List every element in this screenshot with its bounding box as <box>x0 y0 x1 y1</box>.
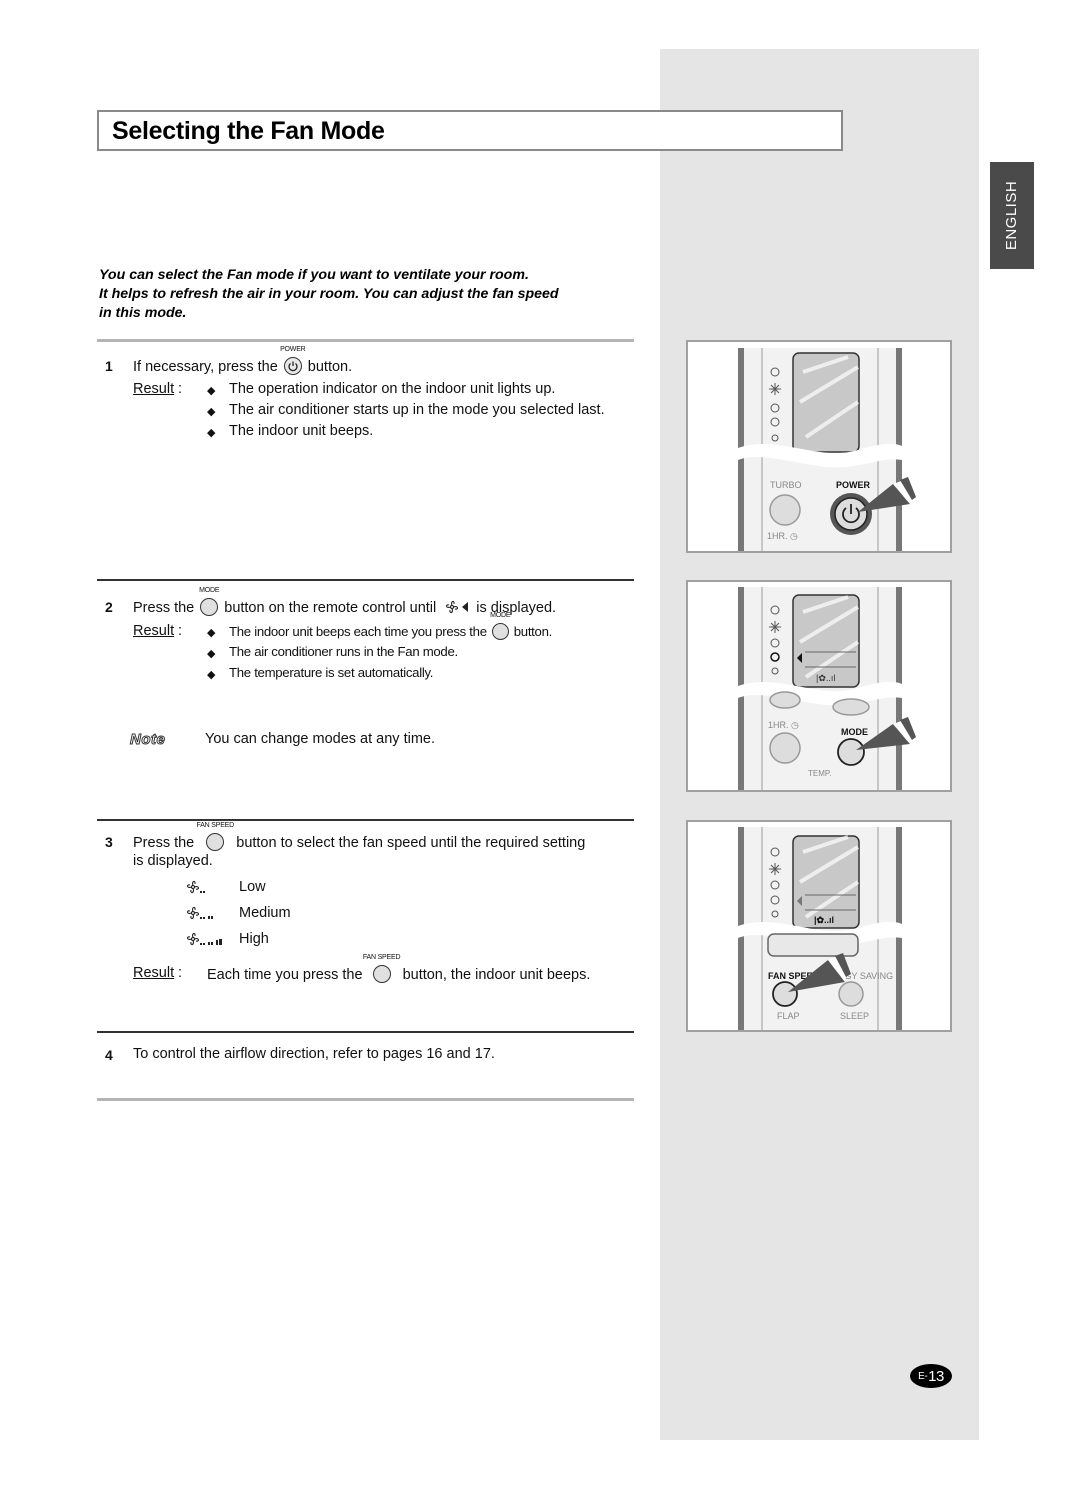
fan-speed-label: Low <box>239 879 266 895</box>
step-text: button. <box>307 359 353 375</box>
button-caption: POWER <box>280 346 306 353</box>
divider <box>97 579 634 581</box>
fan-mode-indicator-icon <box>444 599 472 619</box>
intro-text: You can select the Fan mode if you want … <box>99 266 639 323</box>
divider <box>97 339 634 342</box>
fan-speed-high-icon <box>185 931 235 951</box>
result-label-text: Result <box>133 381 175 397</box>
svg-text:MODE: MODE <box>841 727 868 737</box>
colon: : <box>178 381 183 397</box>
note-text: You can change modes at any time. <box>205 731 436 747</box>
button-caption: MODE <box>490 612 511 619</box>
step-number: 4 <box>105 1047 113 1063</box>
divider <box>97 819 634 821</box>
colon: : <box>178 965 183 981</box>
result-label: Result <box>133 623 174 639</box>
diamond-bullet-icon: ◆ <box>207 385 216 397</box>
button-caption: FAN SPEED <box>362 954 401 961</box>
result-text: button, the indoor unit beeps. <box>402 967 591 983</box>
svg-text:SLEEP: SLEEP <box>840 1011 869 1021</box>
colon: : <box>178 623 183 639</box>
power-button-icon: POWER <box>280 346 306 375</box>
diamond-bullet-icon: ◆ <box>207 669 216 681</box>
diamond-bullet-icon: ◆ <box>207 406 216 418</box>
result-item: The temperature is set automatically. <box>229 665 434 680</box>
fan-speed-medium-icon <box>185 905 235 925</box>
divider <box>97 1098 634 1101</box>
result-label: Result <box>133 381 174 397</box>
page-number-prefix: E- <box>918 1370 928 1382</box>
result-item: The operation indicator on the indoor un… <box>229 381 556 397</box>
fan-speed-button-icon: FAN SPEED <box>197 822 234 851</box>
step-text: Press the <box>133 835 195 851</box>
intro-line: It helps to refresh the air in your room… <box>99 286 559 302</box>
language-tab-label: ENGLISH <box>1003 180 1021 251</box>
result-text: button. <box>513 624 553 639</box>
page-title-box: Selecting the Fan Mode <box>97 110 843 151</box>
step-number: 2 <box>105 599 113 615</box>
result-item: Each time you press the FAN SPEED button, … <box>207 954 591 983</box>
diamond-bullet-icon: ◆ <box>207 648 216 660</box>
intro-line: You can select the Fan mode if you want … <box>99 267 529 283</box>
remote-illustration-power: TURBO 1HR. ◷ POWER <box>686 340 952 553</box>
result-text: Each time you press the <box>207 967 363 983</box>
svg-text:1HR. ◷: 1HR. ◷ <box>767 531 798 541</box>
page-number-badge: E- 13 <box>910 1364 952 1388</box>
diamond-bullet-icon: ◆ <box>207 427 216 439</box>
svg-text:TURBO: TURBO <box>770 480 802 490</box>
svg-text:1HR. ◷: 1HR. ◷ <box>768 720 799 730</box>
result-item: The indoor unit beeps each time you pres… <box>229 612 553 640</box>
result-text: The indoor unit beeps each time you pres… <box>229 624 487 639</box>
language-tab: ENGLISH <box>990 162 1034 269</box>
step-text: button to select the fan speed until the… <box>236 835 586 851</box>
remote-illustration-fan-speed: |✿..ıl FAN SPEED RGY SAVING FLAP SLEEP <box>686 820 952 1032</box>
fan-speed-label: High <box>239 931 269 947</box>
result-label-text: Result <box>133 623 175 639</box>
page-title: Selecting the Fan Mode <box>112 117 385 145</box>
step-number: 1 <box>105 358 113 374</box>
step-instruction: If necessary, press the POWER button. <box>133 346 353 375</box>
mode-button-icon: MODE <box>199 587 220 616</box>
result-item: The indoor unit beeps. <box>229 423 374 439</box>
divider <box>97 1031 634 1033</box>
result-label-text: Result <box>133 965 175 981</box>
svg-text:FLAP: FLAP <box>777 1011 800 1021</box>
fan-speed-label: Medium <box>239 905 291 921</box>
step-number: 3 <box>105 834 113 850</box>
diamond-bullet-icon: ◆ <box>207 627 216 639</box>
intro-line: in this mode. <box>99 305 187 321</box>
svg-text:|✿..ıl: |✿..ıl <box>814 915 834 925</box>
button-caption: MODE <box>199 587 220 594</box>
fan-speed-button-icon: FAN SPEED <box>363 954 401 983</box>
fan-speed-low-icon <box>185 879 235 899</box>
result-label: Result <box>133 965 174 981</box>
mode-button-icon: MODE <box>490 612 511 640</box>
page-number: 13 <box>928 1367 944 1385</box>
step-text: To control the airflow direction, refer … <box>133 1046 495 1062</box>
svg-text:POWER: POWER <box>836 480 871 490</box>
button-caption: FAN SPEED <box>196 822 235 829</box>
step-text: is displayed. <box>476 600 557 616</box>
step-text: is displayed. <box>133 853 213 869</box>
remote-illustration-mode: |✿..ıl 1HR. ◷ MODE TEMP. <box>686 580 952 792</box>
step-text: Press the <box>133 600 195 616</box>
result-item: The air conditioner starts up in the mod… <box>229 402 605 418</box>
step-instruction: Press the FAN SPEED button to select the f… <box>133 822 586 851</box>
step-text: If necessary, press the <box>133 359 278 375</box>
note-label: Note <box>129 731 166 749</box>
step-text: button on the remote control until <box>224 600 437 616</box>
svg-text:|✿..ıl: |✿..ıl <box>816 673 835 683</box>
result-item: The air conditioner runs in the Fan mode… <box>229 644 458 659</box>
svg-text:TEMP.: TEMP. <box>808 769 831 778</box>
